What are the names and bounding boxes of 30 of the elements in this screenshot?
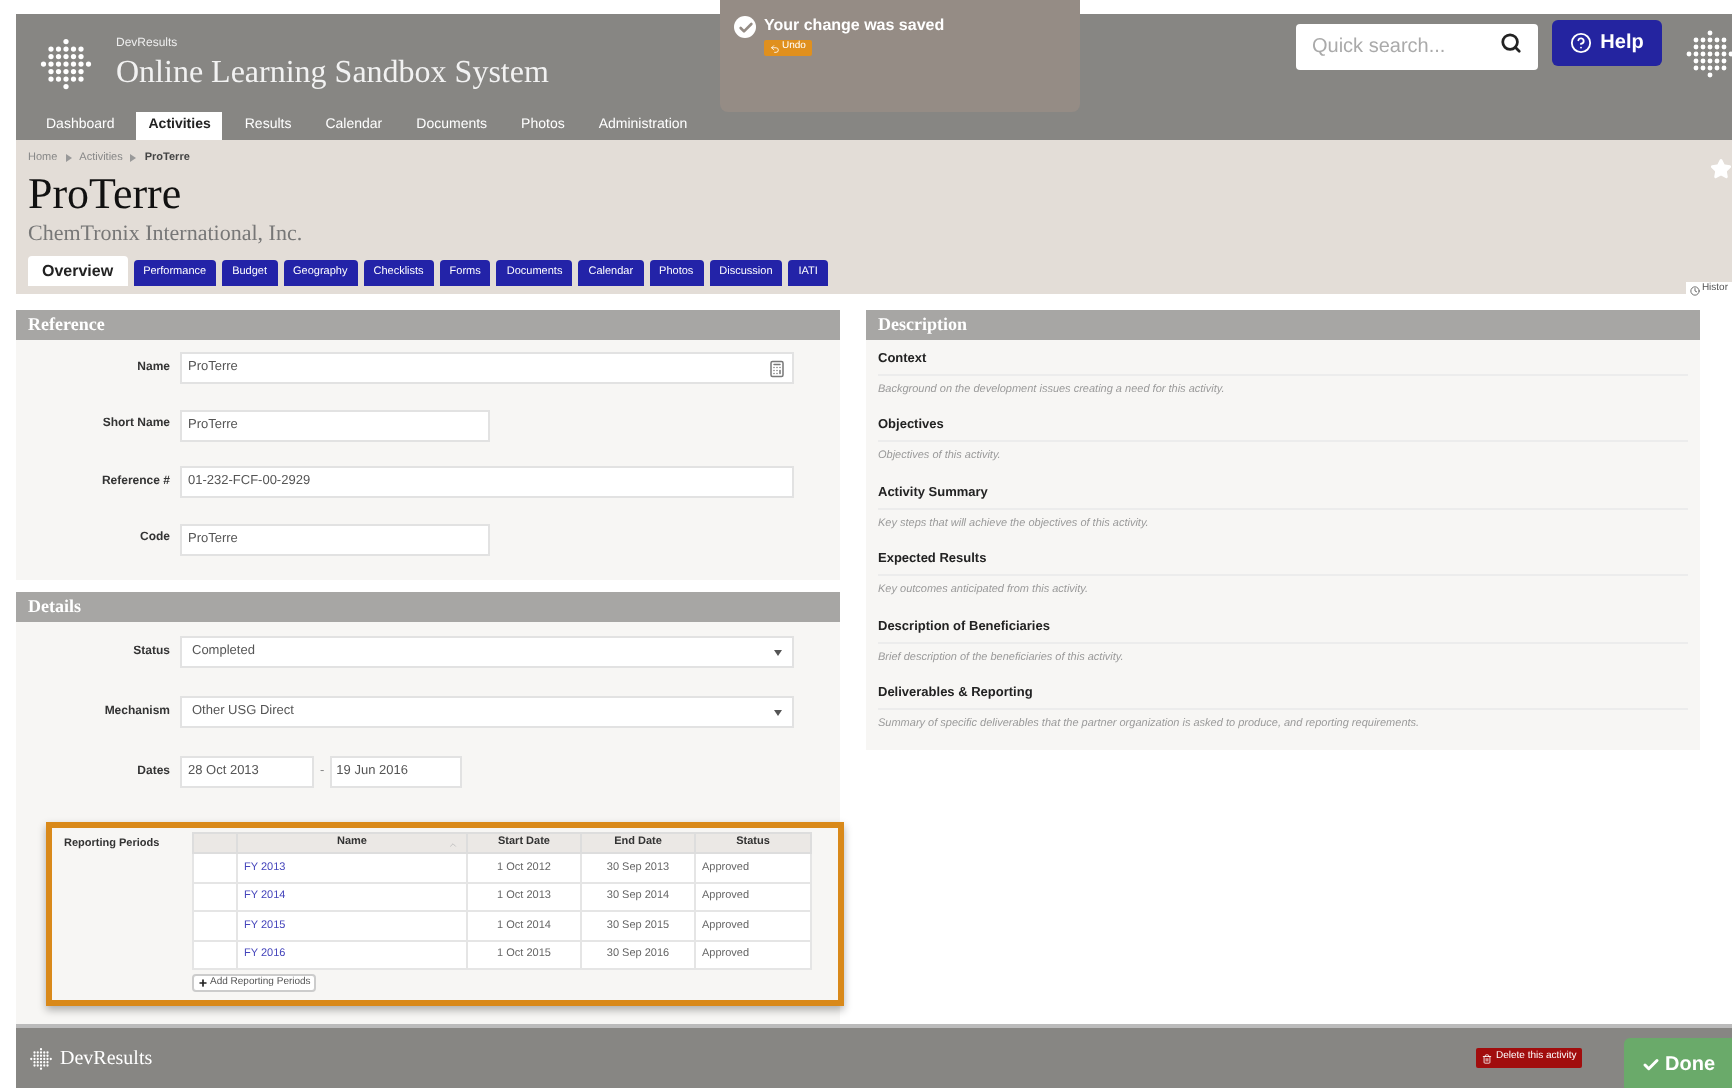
sort-icon <box>448 840 458 850</box>
dropdown-arrow-icon <box>774 649 782 655</box>
footer-brand: DevResults <box>60 1045 153 1073</box>
section-header: Description <box>866 310 1700 340</box>
dropdown-arrow-icon <box>774 709 782 715</box>
table-header-cell <box>193 833 237 853</box>
search-field[interactable]: Quick search... <box>1296 24 1538 70</box>
plus-icon <box>198 978 208 988</box>
breadcrumb-separator-icon <box>65 154 72 162</box>
help-icon <box>1570 32 1593 54</box>
section-header: Details <box>16 592 840 622</box>
section-header: Reference <box>16 310 840 340</box>
search-icon <box>1500 32 1522 54</box>
calculator-icon[interactable] <box>768 359 786 378</box>
activity-tab[interactable]: Overview <box>28 256 128 286</box>
globe-icon <box>28 1045 54 1071</box>
toast-message: Your change was saved <box>764 16 945 36</box>
clock-icon <box>1689 285 1700 295</box>
breadcrumb-separator-icon <box>130 154 137 162</box>
activity-title: ProTerre <box>28 170 184 218</box>
organization-name: ChemTronix International, Inc. <box>28 220 305 248</box>
checkmark-icon <box>1641 1056 1659 1074</box>
system-name: Online Learning Sandbox System <box>116 53 549 93</box>
trash-icon <box>1482 1053 1492 1063</box>
undo-icon <box>770 43 780 53</box>
globe-icon <box>1682 26 1732 82</box>
star-icon[interactable] <box>1710 158 1732 180</box>
globe-logo-icon <box>36 34 96 94</box>
check-circle-icon <box>734 16 756 38</box>
help-button[interactable]: Help <box>1552 20 1662 66</box>
